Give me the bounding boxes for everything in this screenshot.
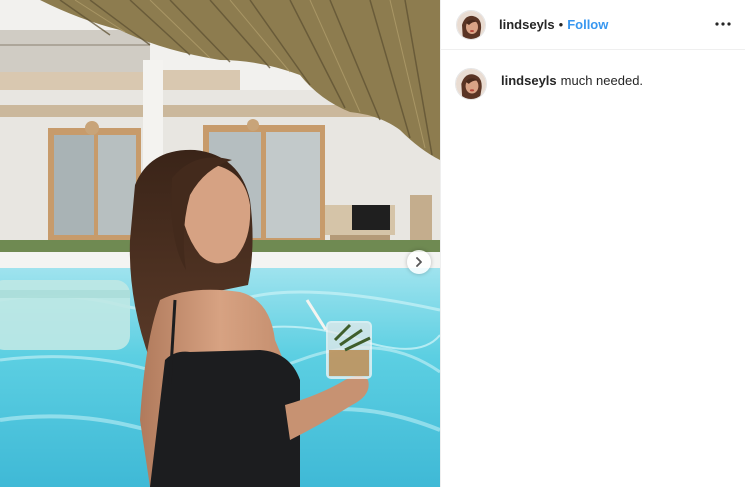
separator-dot: •	[558, 17, 564, 32]
next-photo-button[interactable]	[407, 250, 431, 274]
avatar[interactable]	[456, 9, 486, 40]
caption-text: much needed.	[560, 73, 644, 88]
caption-comment: lindseyls much needed.	[441, 50, 745, 100]
avatar[interactable]	[455, 68, 487, 100]
profile-photo	[457, 10, 485, 39]
post-header: lindseyls • Follow	[441, 0, 745, 50]
post-sidebar: lindseyls • Follow lindseyls much needed…	[440, 0, 745, 487]
instagram-post: lindseyls • Follow lindseyls much needed…	[0, 0, 745, 487]
more-options-button[interactable]	[711, 12, 735, 36]
comment-username[interactable]: lindseyls	[501, 73, 557, 88]
caption-text-block: lindseyls much needed.	[501, 73, 643, 88]
profile-photo	[456, 69, 486, 99]
photo-scene	[0, 0, 440, 487]
post-author-username[interactable]: lindseyls	[499, 17, 555, 32]
more-options-icon	[715, 22, 731, 26]
follow-button[interactable]: Follow	[567, 17, 608, 32]
post-photo[interactable]	[0, 0, 440, 487]
chevron-right-icon	[416, 257, 422, 267]
